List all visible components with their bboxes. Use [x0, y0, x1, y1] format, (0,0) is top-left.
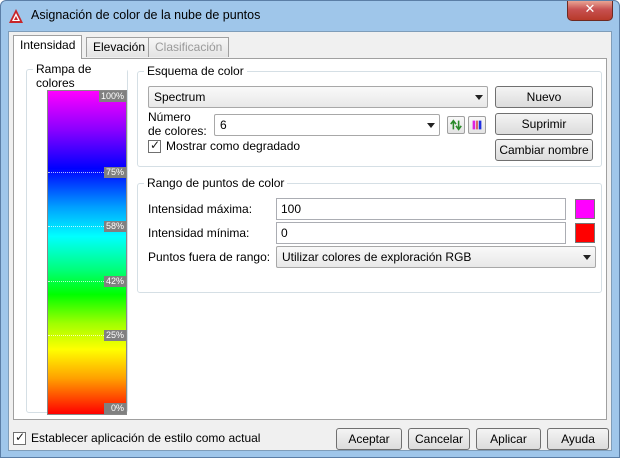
color-scheme-title: Esquema de color — [144, 64, 247, 78]
ramp-tick-42: 42% — [103, 276, 126, 287]
color-range-title: Rango de puntos de color — [144, 176, 288, 190]
tab-content-intensidad: Rampa de colores 100% 75% 58% 42% 25% 0%… — [13, 58, 607, 420]
title-bar[interactable]: Asignación de color de la nube de puntos… — [1, 1, 619, 31]
out-of-range-label: Puntos fuera de rango: — [148, 250, 271, 264]
out-of-range-select[interactable]: Utilizar colores de exploración RGB — [276, 246, 596, 268]
min-intensity-input[interactable]: 0 — [276, 222, 566, 244]
min-intensity-value: 0 — [281, 226, 288, 240]
chevron-down-icon — [427, 123, 435, 128]
show-gradient-label: Mostrar como degradado — [166, 139, 301, 153]
window-title: Asignación de color de la nube de puntos — [31, 8, 261, 22]
swap-colors-button[interactable] — [447, 116, 465, 134]
ramp-tick-58: 58% — [103, 221, 126, 232]
color-scheme-group: Esquema de color Spectrum Número de colo… — [137, 64, 602, 167]
color-ramp-group: Rampa de colores 100% 75% 58% 42% 25% 0% — [26, 62, 128, 415]
min-intensity-label: Intensidad mínima: — [148, 226, 250, 240]
tab-elevacion-label: Elevación — [93, 40, 146, 54]
chevron-down-icon — [475, 95, 483, 100]
tab-intensidad[interactable]: Intensidad — [13, 35, 83, 59]
num-colors-label-line1: Número — [148, 110, 191, 124]
ramp-tick-100: 100% — [98, 91, 126, 102]
color-scheme-select[interactable]: Spectrum — [148, 86, 488, 108]
swap-arrows-icon — [450, 119, 462, 131]
ramp-tick-25: 25% — [103, 330, 126, 341]
color-order-icon — [472, 120, 482, 130]
num-colors-select[interactable]: 6 — [214, 114, 440, 136]
ramp-tick-0: 0% — [104, 403, 126, 414]
dialog-client: Intensidad Elevación Clasificación Rampa… — [8, 31, 612, 451]
tab-intensidad-label: Intensidad — [20, 38, 76, 52]
color-range-group: Rango de puntos de color Intensidad máxi… — [137, 176, 602, 293]
invert-colors-button[interactable] — [468, 116, 486, 134]
chevron-down-icon — [583, 255, 591, 260]
new-scheme-button[interactable]: Nuevo — [495, 86, 593, 108]
set-current-checkbox[interactable] — [13, 430, 26, 445]
help-button[interactable]: Ayuda — [547, 428, 609, 450]
tab-clasificacion: Clasificación — [148, 37, 230, 57]
ramp-tick-75: 75% — [103, 167, 126, 178]
max-intensity-label: Intensidad máxima: — [148, 202, 253, 216]
tab-clasificacion-label: Clasificación — [155, 40, 223, 54]
tab-elevacion[interactable]: Elevación — [86, 37, 153, 57]
max-intensity-input[interactable]: 100 — [276, 198, 566, 220]
apply-button[interactable]: Aplicar — [476, 428, 541, 450]
cancel-button[interactable]: Cancelar — [408, 428, 470, 450]
close-button[interactable]: ✕ — [567, 1, 613, 21]
autocad-app-icon — [9, 9, 23, 23]
max-intensity-value: 100 — [281, 202, 302, 216]
color-scheme-value: Spectrum — [154, 90, 206, 104]
delete-scheme-button[interactable]: Suprimir — [495, 113, 593, 135]
min-color-swatch[interactable] — [575, 223, 595, 243]
num-colors-label-line2: de colores: — [148, 124, 207, 138]
color-ramp-title: Rampa de colores — [33, 62, 127, 90]
set-current-label: Establecer aplicación de estilo como act… — [31, 431, 261, 445]
color-ramp: 100% 75% 58% 42% 25% 0% — [47, 90, 127, 415]
dialog-window: Asignación de color de la nube de puntos… — [0, 0, 620, 458]
show-gradient-checkbox[interactable] — [148, 138, 161, 153]
accept-button[interactable]: Aceptar — [336, 428, 402, 450]
num-colors-value: 6 — [220, 118, 227, 132]
out-of-range-value: Utilizar colores de exploración RGB — [282, 250, 472, 264]
rename-scheme-button[interactable]: Cambiar nombre — [495, 139, 593, 161]
max-color-swatch[interactable] — [575, 199, 595, 219]
